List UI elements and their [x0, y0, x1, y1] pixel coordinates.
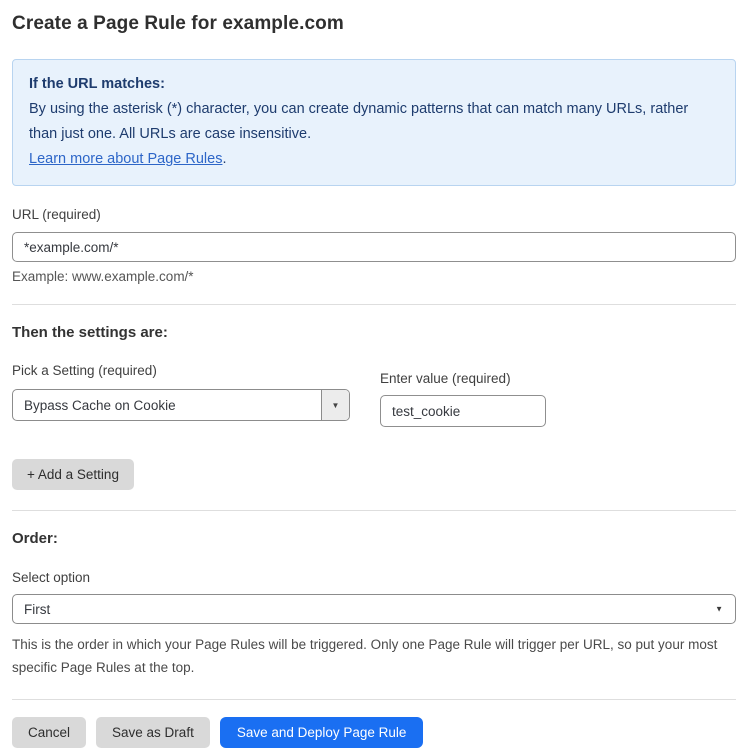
- setting-picker-label: Pick a Setting (required): [12, 363, 350, 378]
- page-rule-form: Create a Page Rule for example.com If th…: [0, 0, 750, 748]
- settings-section: Then the settings are: Pick a Setting (r…: [12, 324, 736, 490]
- order-heading: Order:: [12, 530, 736, 547]
- setting-value-input[interactable]: [380, 395, 546, 427]
- info-box-link-line: Learn more about Page Rules.: [29, 147, 719, 172]
- url-hint: Example: www.example.com/*: [12, 269, 736, 284]
- settings-row: Pick a Setting (required) Bypass Cache o…: [12, 363, 736, 427]
- order-help-text: This is the order in which your Page Rul…: [12, 633, 732, 679]
- info-box-body: By using the asterisk (*) character, you…: [29, 97, 719, 147]
- order-select-label: Select option: [12, 570, 736, 585]
- url-label: URL (required): [12, 207, 736, 222]
- save-deploy-button[interactable]: Save and Deploy Page Rule: [220, 717, 424, 748]
- url-input[interactable]: [12, 232, 736, 262]
- save-draft-button[interactable]: Save as Draft: [96, 717, 210, 748]
- chevron-down-icon: ▼: [332, 401, 340, 410]
- settings-heading: Then the settings are:: [12, 324, 736, 341]
- divider: [12, 699, 736, 700]
- cancel-button[interactable]: Cancel: [12, 717, 86, 748]
- order-select-value: First: [24, 602, 50, 617]
- divider: [12, 510, 736, 511]
- url-match-info-box: If the URL matches: By using the asteris…: [12, 59, 736, 186]
- order-select[interactable]: First ▼: [12, 594, 736, 624]
- setting-dropdown-value: Bypass Cache on Cookie: [13, 390, 321, 420]
- add-setting-button[interactable]: + Add a Setting: [12, 459, 134, 490]
- setting-value-group: Enter value (required): [380, 371, 546, 427]
- setting-dropdown-button[interactable]: ▼: [321, 390, 349, 420]
- order-section: Order: Select option First ▼ This is the…: [12, 530, 736, 679]
- setting-picker-group: Pick a Setting (required) Bypass Cache o…: [12, 363, 350, 427]
- divider: [12, 304, 736, 305]
- url-field-group: URL (required) Example: www.example.com/…: [12, 207, 736, 284]
- footer-actions: Cancel Save as Draft Save and Deploy Pag…: [12, 717, 736, 748]
- learn-more-link[interactable]: Learn more about Page Rules: [29, 151, 222, 167]
- setting-dropdown[interactable]: Bypass Cache on Cookie ▼: [12, 389, 350, 421]
- chevron-down-icon: ▼: [715, 605, 723, 614]
- link-suffix: .: [222, 151, 226, 167]
- setting-value-label: Enter value (required): [380, 371, 546, 386]
- page-title: Create a Page Rule for example.com: [12, 13, 736, 35]
- info-box-heading: If the URL matches:: [29, 72, 719, 97]
